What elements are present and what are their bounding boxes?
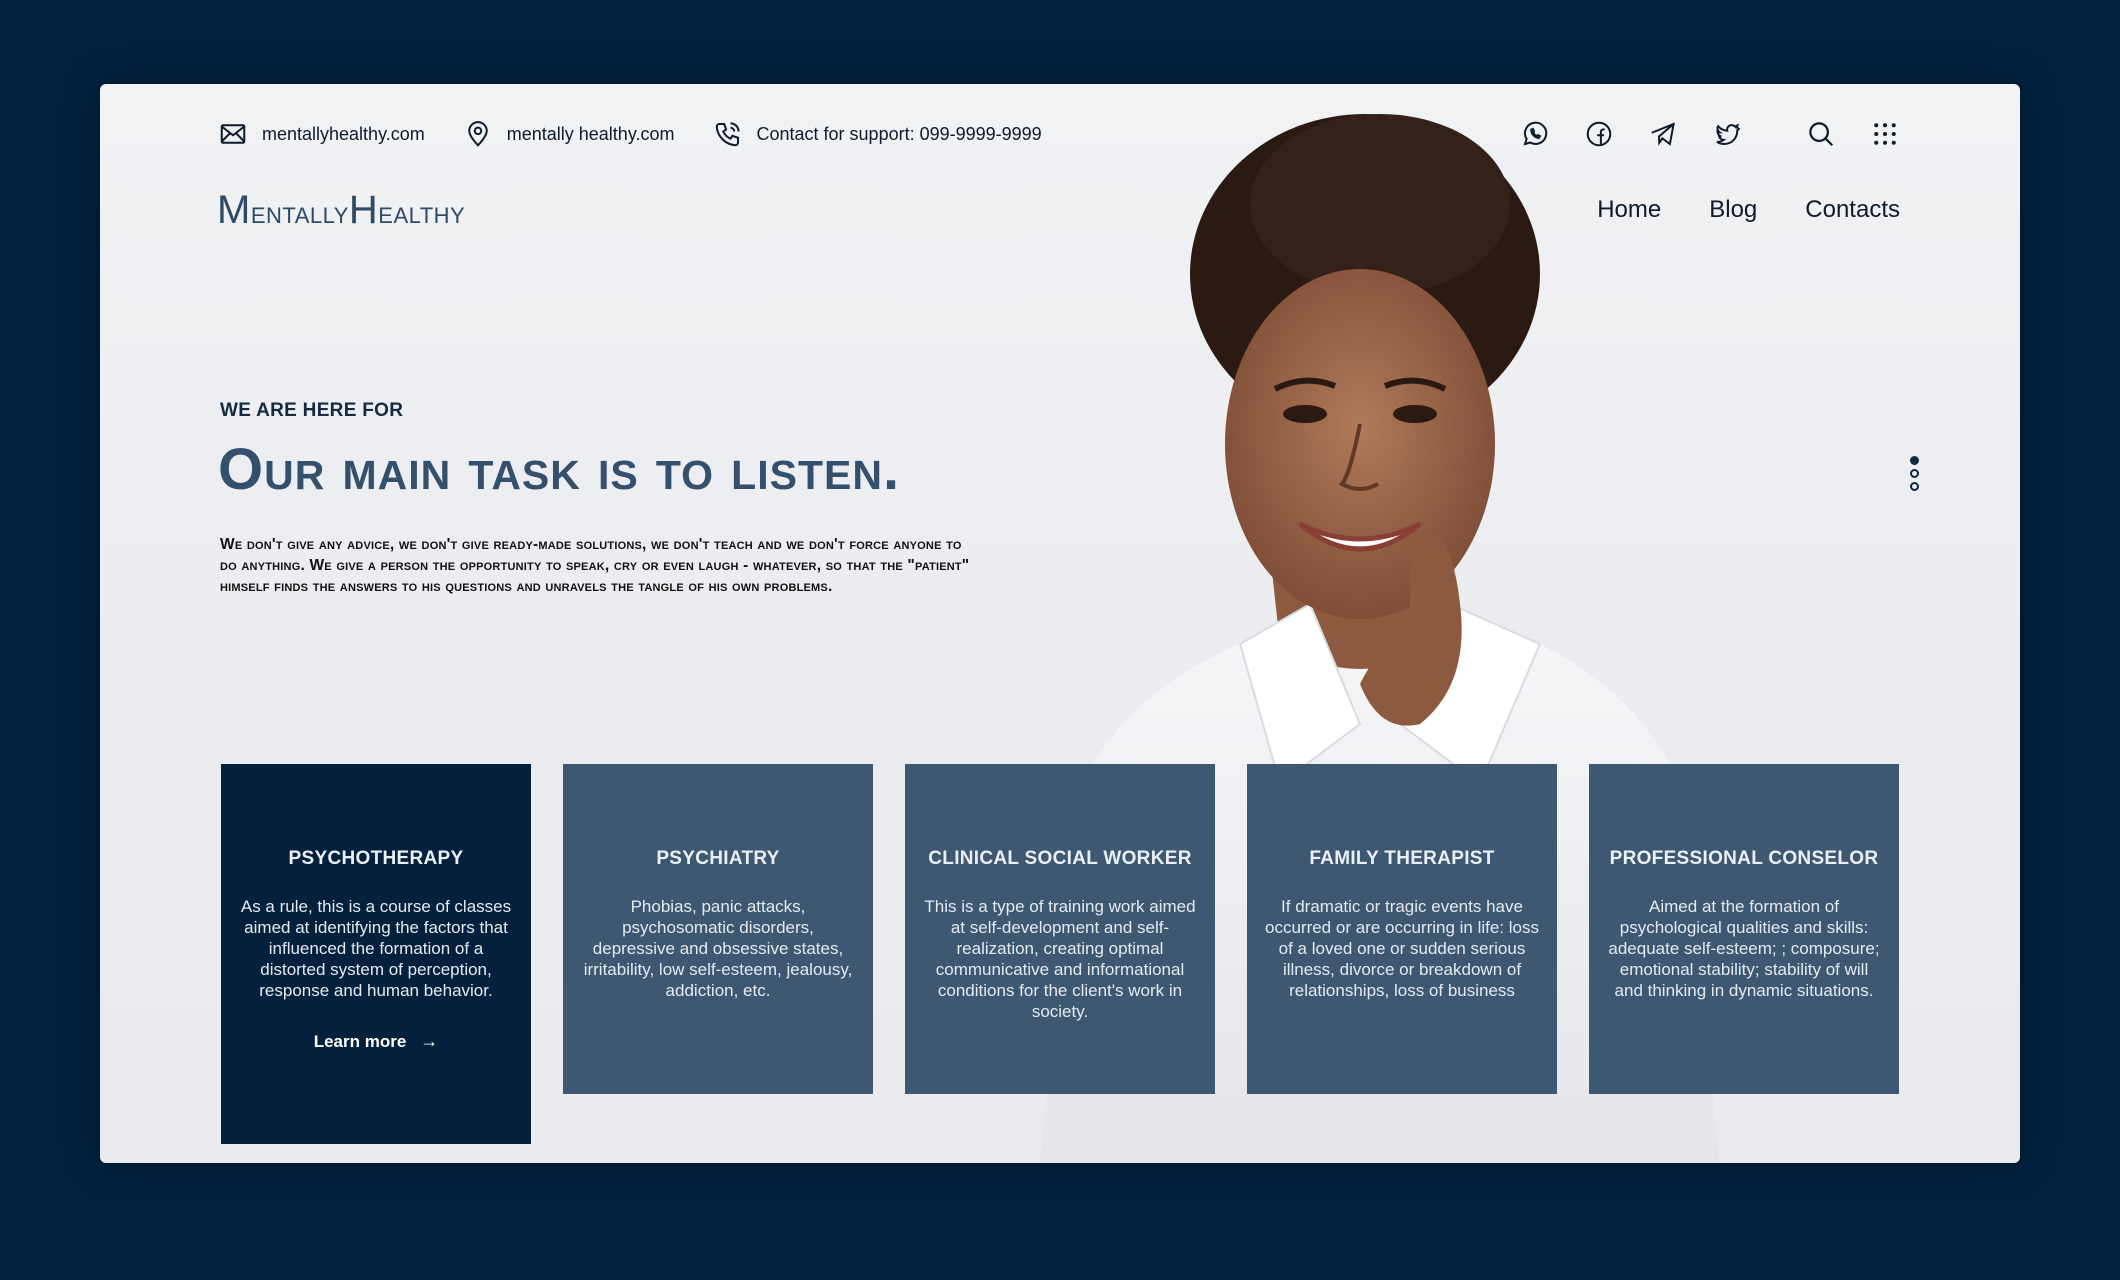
card-text: If dramatic or tragic events have occurr… <box>1265 897 1540 1000</box>
logo-initial-h: H <box>348 188 379 232</box>
search-icon[interactable] <box>1804 117 1838 151</box>
card-title: CLINICAL SOCIAL WORKER <box>928 848 1192 869</box>
card-title: PROFESSIONAL CONSELOR <box>1609 848 1879 869</box>
mail-icon <box>218 119 248 149</box>
logo-text-part2: ealthy <box>378 195 466 230</box>
service-card-clinical-social-worker[interactable]: CLINICAL SOCIAL WORKER This is a type of… <box>905 764 1215 1094</box>
twitter-icon[interactable] <box>1710 117 1744 151</box>
arrow-right-icon: → <box>420 1031 439 1051</box>
hero-description: We don't give any advice, we don't give … <box>220 536 970 595</box>
location-pin-icon <box>463 119 493 149</box>
service-card-psychiatry[interactable]: PSYCHIATRY Phobias, panic attacks, psych… <box>563 764 873 1094</box>
site-logo[interactable]: MentallyHealthy <box>217 188 465 233</box>
whatsapp-icon[interactable] <box>1518 117 1552 151</box>
logo-text-part1: entally <box>250 195 349 230</box>
main-nav: Home Blog Contacts <box>1549 196 1900 224</box>
hero-headline: Our main task is to listen. <box>218 437 901 502</box>
slider-dots <box>1910 456 1919 495</box>
top-contact-bar: mentallyhealthy.com mentally healthy.com… <box>218 112 1080 156</box>
location-text: mentally healthy.com <box>506 123 675 144</box>
card-text: This is a type of training work aimed at… <box>924 897 1196 1021</box>
nav-blog[interactable]: Blog <box>1709 196 1757 224</box>
phone-text: Contact for support: 099-9999-9999 <box>756 123 1042 144</box>
logo-initial-m: M <box>217 188 251 232</box>
card-title: PSYCHOTHERAPY <box>288 848 464 869</box>
landing-page: mentallyhealthy.com mentally healthy.com… <box>100 84 2020 1163</box>
service-card-psychotherapy[interactable]: PSYCHOTHERAPY As a rule, this is a cours… <box>221 764 531 1144</box>
slider-dot-2[interactable] <box>1910 469 1919 478</box>
card-title: PSYCHIATRY <box>656 848 780 869</box>
facebook-icon[interactable] <box>1582 117 1616 151</box>
service-card-professional-conselor[interactable]: PROFESSIONAL CONSELOR Aimed at the forma… <box>1589 764 1899 1094</box>
location-contact[interactable]: mentally healthy.com <box>463 119 675 149</box>
card-text: Phobias, panic attacks, psychosomatic di… <box>583 897 853 1000</box>
nav-home[interactable]: Home <box>1597 196 1661 224</box>
slider-dot-3[interactable] <box>1910 482 1919 491</box>
grid-menu-icon[interactable] <box>1868 117 1902 151</box>
learn-more-link[interactable]: Learn more → <box>314 1031 439 1052</box>
phone-contact[interactable]: Contact for support: 099-9999-9999 <box>713 119 1042 149</box>
slider-dot-1[interactable] <box>1910 456 1919 465</box>
telegram-icon[interactable] <box>1646 117 1680 151</box>
card-title: FAMILY THERAPIST <box>1309 848 1495 869</box>
learn-more-label: Learn more <box>313 1031 407 1051</box>
nav-contacts[interactable]: Contacts <box>1805 196 1900 224</box>
card-text: As a rule, this is a course of classes a… <box>240 897 512 1000</box>
hero-eyebrow: WE ARE HERE FOR <box>220 400 404 421</box>
social-and-utility-icons <box>1518 112 1932 156</box>
email-contact[interactable]: mentallyhealthy.com <box>218 119 425 149</box>
phone-icon <box>713 119 743 149</box>
service-card-family-therapist[interactable]: FAMILY THERAPIST If dramatic or tragic e… <box>1247 764 1557 1094</box>
card-text: Aimed at the formation of psychological … <box>1608 897 1880 1000</box>
email-text: mentallyhealthy.com <box>262 123 425 144</box>
